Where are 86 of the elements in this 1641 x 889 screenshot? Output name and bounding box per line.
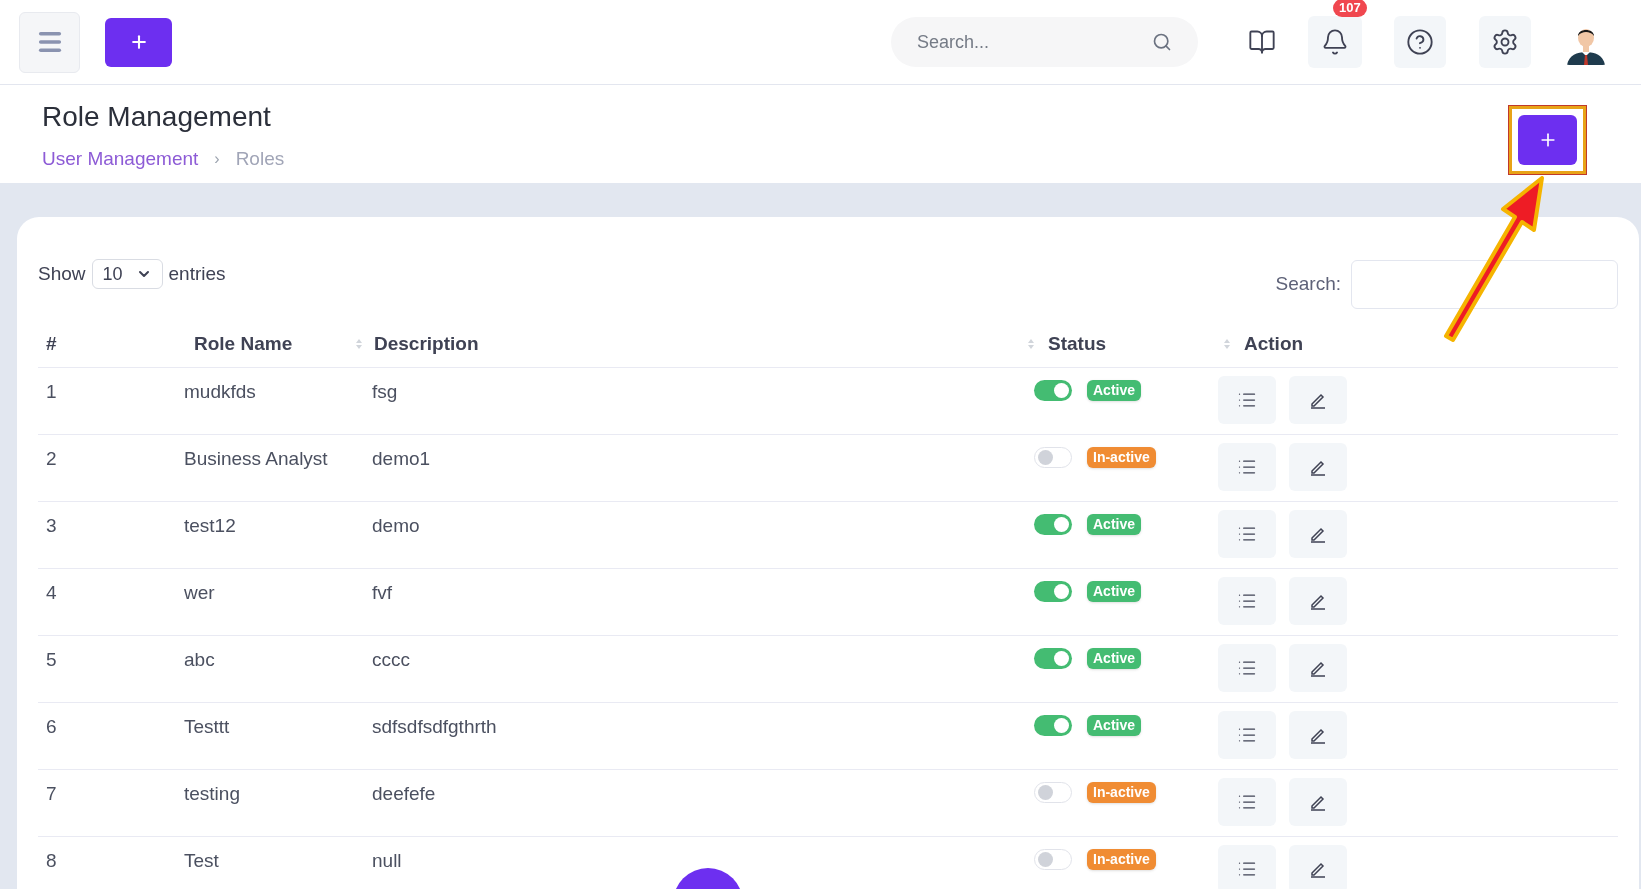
book-icon bbox=[1248, 28, 1276, 56]
details-button[interactable] bbox=[1218, 376, 1276, 424]
search-field[interactable]: Search... bbox=[891, 17, 1198, 67]
row-number: 4 bbox=[46, 582, 57, 603]
status-badge: Active bbox=[1087, 581, 1142, 602]
status-toggle[interactable] bbox=[1034, 380, 1072, 401]
role-name: testing bbox=[184, 783, 240, 804]
details-button[interactable] bbox=[1218, 711, 1276, 759]
row-number: 5 bbox=[46, 649, 57, 670]
sort-icon bbox=[1224, 339, 1230, 349]
row-number: 3 bbox=[46, 515, 57, 536]
column-header[interactable]: Role Name bbox=[188, 329, 368, 359]
role-description: null bbox=[372, 850, 402, 871]
row-number: 2 bbox=[46, 448, 57, 469]
role-description: fvf bbox=[372, 582, 393, 603]
settings-icon bbox=[1491, 28, 1519, 56]
page-title: Role Management bbox=[42, 100, 272, 134]
role-description: cccc bbox=[372, 649, 410, 670]
status-badge: In-active bbox=[1087, 849, 1156, 870]
settings-button[interactable] bbox=[1479, 16, 1531, 68]
role-name: Test bbox=[184, 850, 219, 871]
role-name: Business Analyst bbox=[184, 448, 328, 469]
edit-button[interactable] bbox=[1289, 577, 1347, 625]
details-button[interactable] bbox=[1218, 644, 1276, 692]
role-name: abc bbox=[184, 649, 215, 670]
row-number: 7 bbox=[46, 783, 57, 804]
breadcrumb-separator: › bbox=[214, 149, 220, 170]
status-toggle[interactable] bbox=[1034, 447, 1072, 468]
status-badge: Active bbox=[1087, 380, 1142, 401]
details-button[interactable] bbox=[1218, 845, 1276, 889]
status-toggle[interactable] bbox=[1034, 782, 1072, 803]
page-size-select[interactable]: 10 bbox=[91, 259, 163, 289]
edit-button[interactable] bbox=[1289, 845, 1347, 889]
entries-label: entries bbox=[168, 261, 226, 286]
edit-button[interactable] bbox=[1289, 711, 1347, 759]
details-button[interactable] bbox=[1218, 577, 1276, 625]
breadcrumb-link[interactable]: User Management bbox=[42, 145, 199, 174]
edit-button[interactable] bbox=[1289, 510, 1347, 558]
role-name: wer bbox=[184, 582, 215, 603]
role-name: test12 bbox=[184, 515, 236, 536]
role-description: deefefe bbox=[372, 783, 436, 804]
column-header[interactable]: Description bbox=[368, 329, 1040, 359]
column-header[interactable]: Status bbox=[1040, 329, 1236, 359]
status-badge: Active bbox=[1087, 648, 1142, 669]
add-button[interactable] bbox=[105, 17, 172, 67]
row-number: 8 bbox=[46, 850, 57, 871]
row-number: 6 bbox=[46, 716, 57, 737]
column-header: Action bbox=[1243, 331, 1305, 356]
menu-button[interactable] bbox=[19, 11, 80, 73]
status-toggle[interactable] bbox=[1034, 581, 1072, 602]
search-icon bbox=[1152, 32, 1172, 52]
role-description: demo bbox=[372, 515, 420, 536]
edit-button[interactable] bbox=[1289, 644, 1347, 692]
role-description: sdfsdfsdfgthrth bbox=[372, 716, 497, 737]
show-label: Show bbox=[38, 261, 86, 286]
role-name: mudkfds bbox=[184, 381, 256, 402]
status-toggle[interactable] bbox=[1034, 715, 1072, 736]
status-badge: In-active bbox=[1087, 447, 1156, 468]
details-button[interactable] bbox=[1218, 778, 1276, 826]
column-header: # bbox=[45, 331, 58, 356]
status-toggle[interactable] bbox=[1034, 514, 1072, 535]
help-button[interactable] bbox=[1394, 16, 1446, 68]
table-search-field[interactable] bbox=[1351, 260, 1618, 309]
notification-badge: 107 bbox=[1333, 0, 1367, 17]
details-button[interactable] bbox=[1218, 510, 1276, 558]
role-name: Testtt bbox=[184, 716, 230, 737]
sort-icon bbox=[356, 339, 362, 349]
edit-button[interactable] bbox=[1289, 778, 1347, 826]
edit-button[interactable] bbox=[1289, 443, 1347, 491]
breadcrumb-current: Roles bbox=[235, 147, 285, 171]
row-number: 1 bbox=[46, 381, 57, 402]
role-description: demo1 bbox=[372, 448, 431, 469]
status-toggle[interactable] bbox=[1034, 849, 1072, 870]
edit-button[interactable] bbox=[1289, 376, 1347, 424]
help-icon bbox=[1406, 28, 1434, 56]
status-badge: In-active bbox=[1087, 782, 1156, 803]
sort-icon bbox=[1028, 339, 1034, 349]
search-label: Search: bbox=[1275, 272, 1341, 297]
notifications-button[interactable] bbox=[1308, 16, 1362, 68]
details-button[interactable] bbox=[1218, 443, 1276, 491]
status-badge: Active bbox=[1087, 514, 1142, 535]
bell-icon bbox=[1321, 28, 1349, 56]
role-description: fsg bbox=[372, 381, 398, 402]
status-badge: Active bbox=[1087, 715, 1142, 736]
status-toggle[interactable] bbox=[1034, 648, 1072, 669]
add-role-button[interactable] bbox=[1518, 115, 1577, 165]
